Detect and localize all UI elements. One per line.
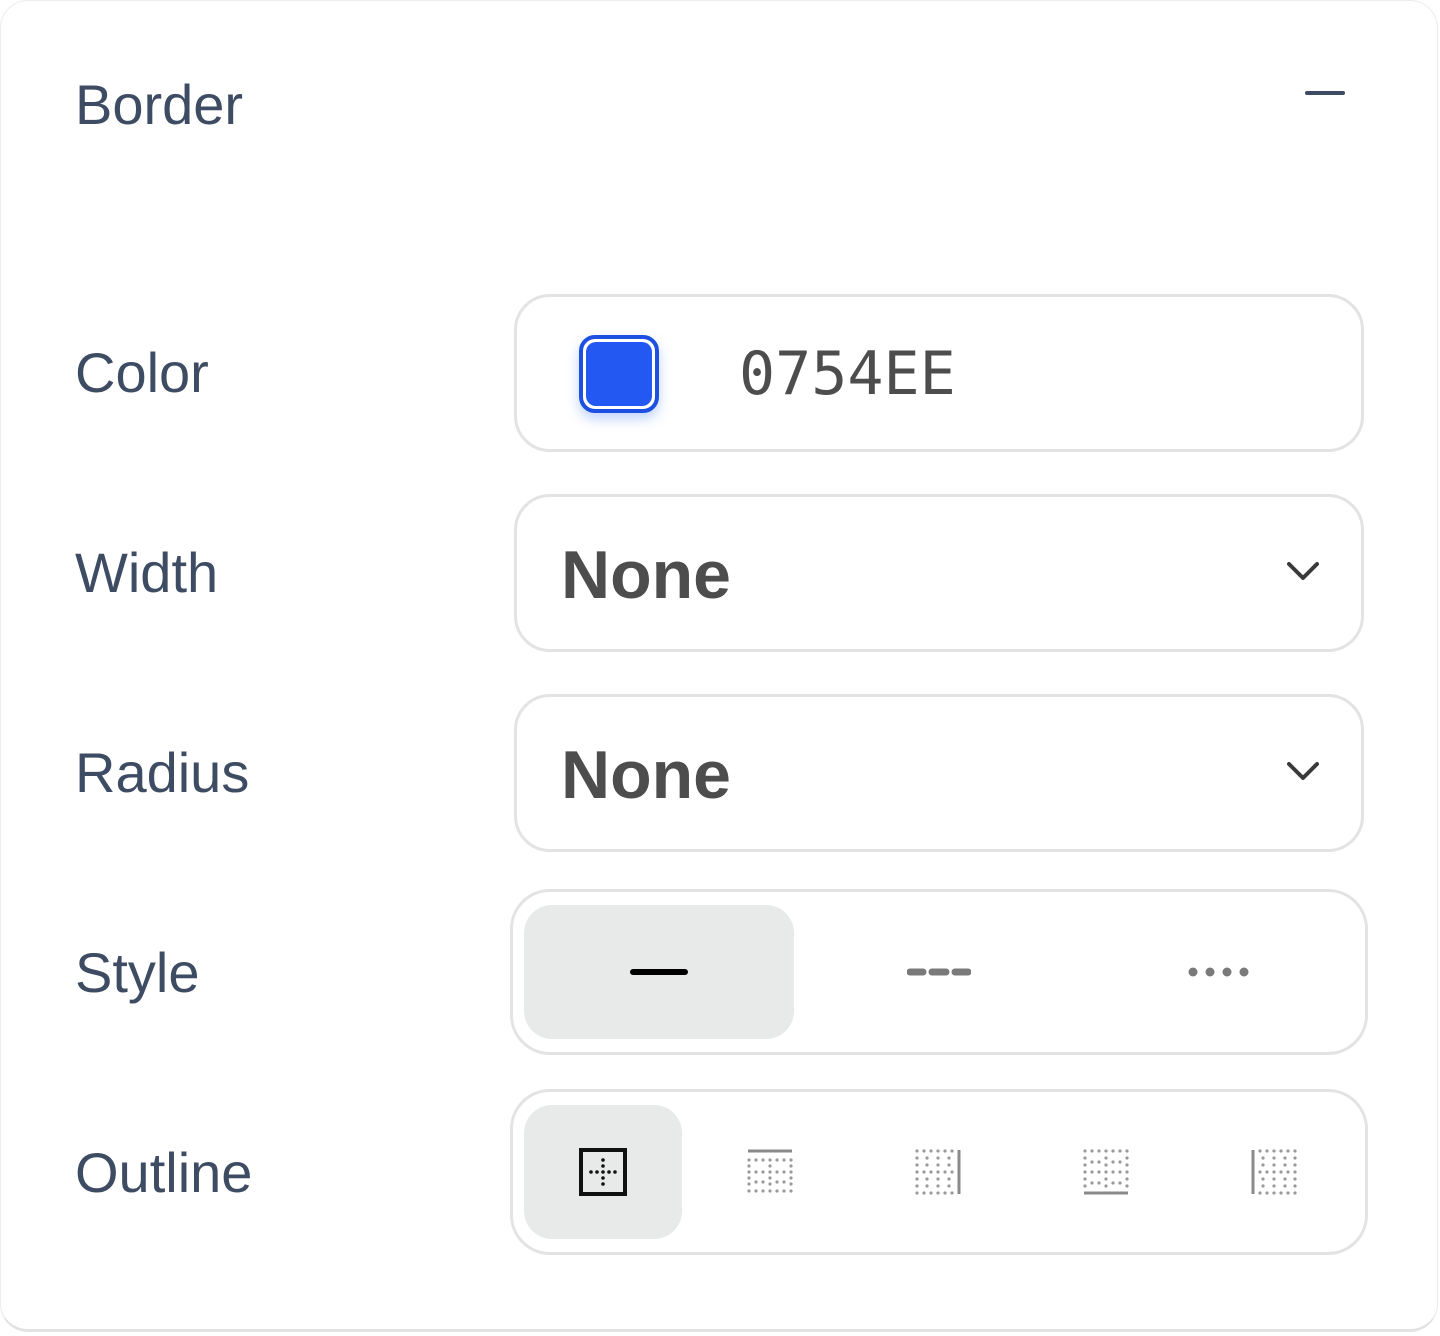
dashed-line-icon — [907, 968, 971, 976]
radius-selected-value: None — [561, 737, 731, 813]
color-field — [514, 294, 1364, 452]
outline-option-bottom[interactable] — [1027, 1105, 1185, 1239]
border-all-icon — [579, 1148, 627, 1196]
dotted-line-icon — [1188, 967, 1249, 977]
collapse-minus-icon[interactable] — [1297, 73, 1353, 113]
width-label: Width — [75, 541, 219, 604]
style-option-dashed[interactable] — [804, 905, 1074, 1039]
border-left-icon — [1251, 1149, 1297, 1195]
style-segmented-control — [510, 889, 1368, 1055]
chevron-down-icon — [1287, 562, 1319, 580]
radius-label: Radius — [75, 741, 250, 804]
outline-option-left[interactable] — [1195, 1105, 1353, 1239]
style-label: Style — [75, 941, 200, 1004]
hex-color-input[interactable] — [739, 341, 1299, 407]
outline-label: Outline — [75, 1141, 253, 1204]
outline-option-all[interactable] — [524, 1105, 682, 1239]
outline-segmented-control — [510, 1089, 1368, 1255]
color-swatch[interactable] — [579, 335, 659, 413]
width-select[interactable]: None — [514, 494, 1364, 652]
border-right-icon — [915, 1149, 961, 1195]
solid-line-icon — [630, 969, 688, 975]
outline-option-top[interactable] — [691, 1105, 849, 1239]
color-swatch-fill — [586, 342, 652, 406]
border-panel: Border Color Width None Radius None Styl… — [0, 0, 1438, 1332]
color-label: Color — [75, 341, 209, 404]
style-option-dotted[interactable] — [1084, 905, 1354, 1039]
border-top-icon — [747, 1149, 793, 1193]
chevron-down-icon — [1287, 762, 1319, 780]
border-bottom-icon — [1083, 1149, 1129, 1195]
outline-option-right[interactable] — [859, 1105, 1017, 1239]
width-selected-value: None — [561, 537, 731, 613]
radius-select[interactable]: None — [514, 694, 1364, 852]
style-option-solid[interactable] — [524, 905, 794, 1039]
section-title: Border — [75, 73, 244, 136]
